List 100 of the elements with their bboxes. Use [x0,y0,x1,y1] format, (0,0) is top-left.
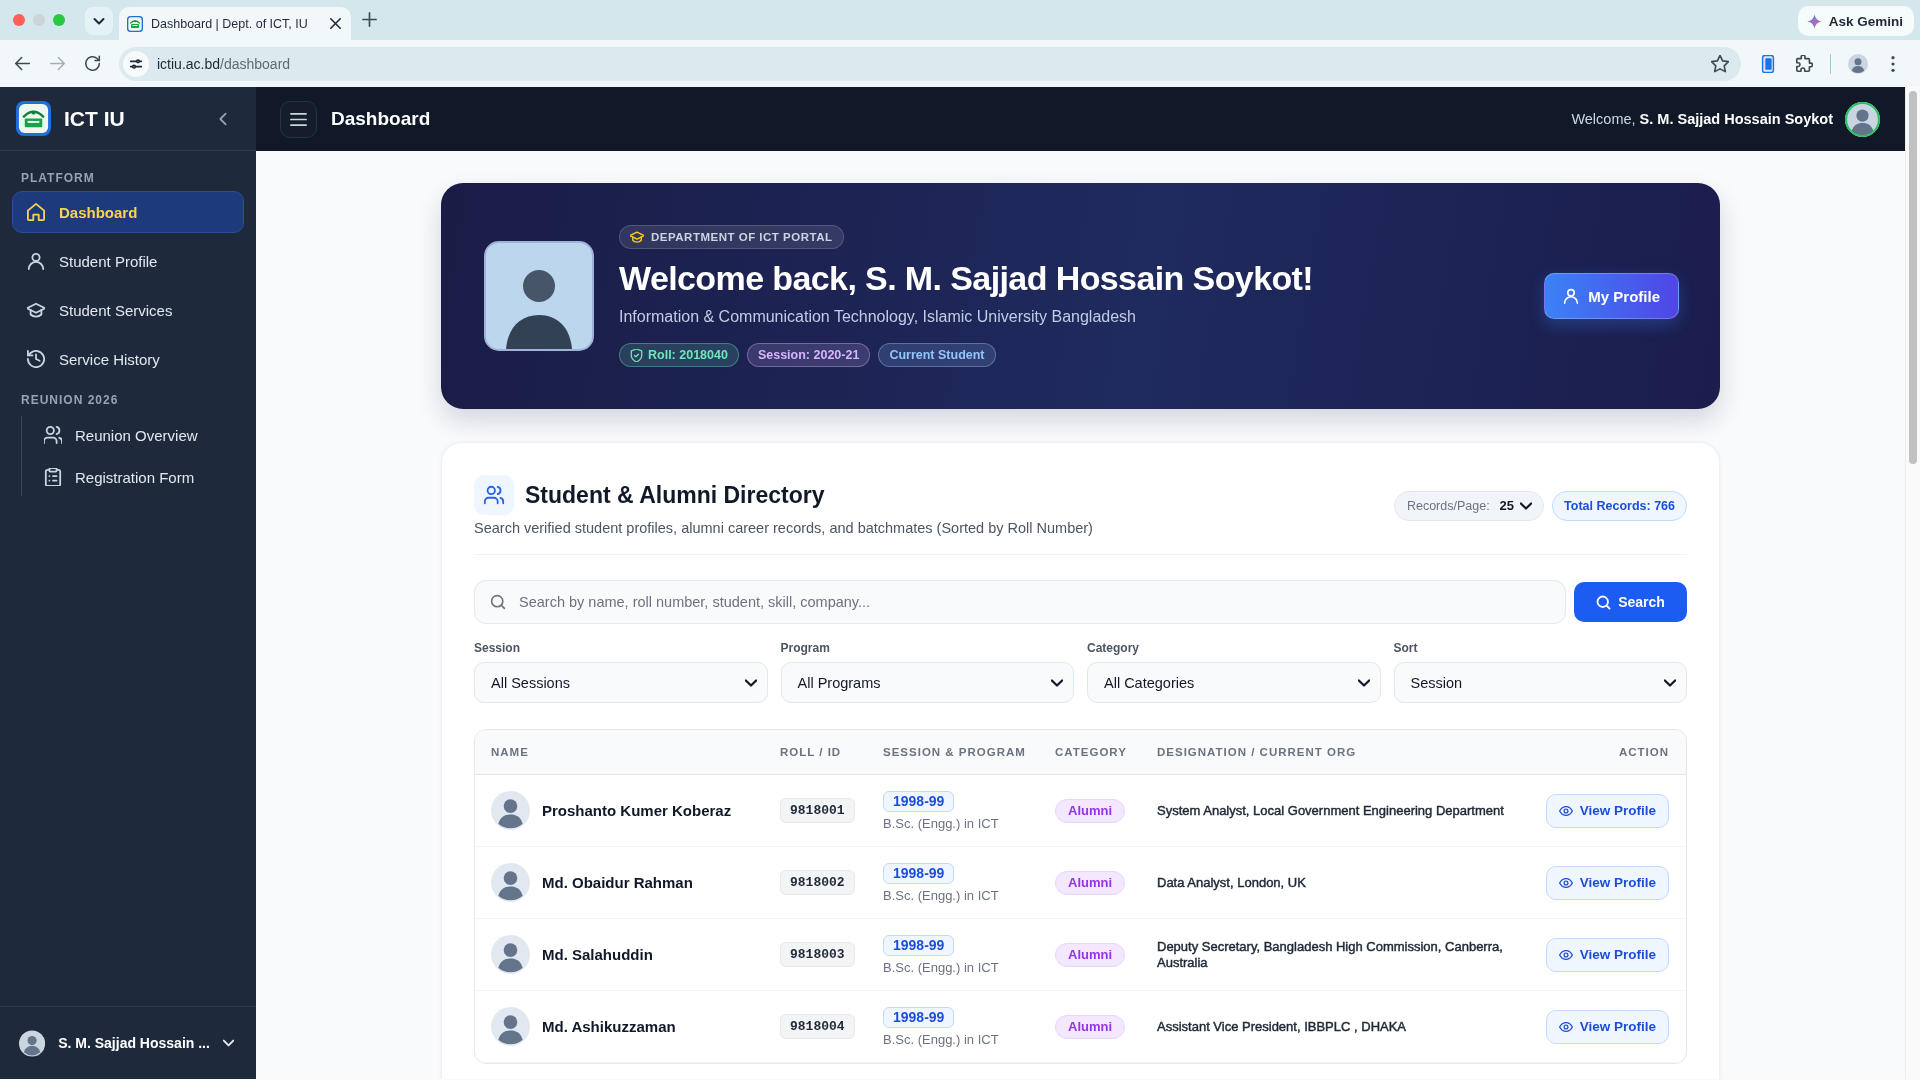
records-per-page-select[interactable]: Records/Page: 25 [1393,490,1545,521]
avatar-icon [491,1007,530,1046]
graduation-cap-icon [630,230,644,244]
filter-label: Program [780,641,831,656]
tune-icon[interactable] [123,50,149,77]
tag-label: Session: 2020-21 [757,348,860,362]
page-title: Dashboard [331,108,431,130]
search-button[interactable]: Search [1574,582,1687,622]
star-icon[interactable] [1711,54,1729,73]
avatar-icon[interactable] [1845,101,1880,137]
eye-icon [1558,875,1573,890]
welcome-text: Welcome, S. M. Sajjad Hossain Soykot [1571,111,1833,127]
column-header: DESIGNATION / CURRENT ORG [1157,746,1358,758]
program-text: B.Sc. (Engg.) in ICT [883,959,999,975]
sidebar-item[interactable]: Student Profile [12,240,244,282]
menu-icon [290,110,307,128]
filter-dropdown[interactable]: Session [1393,662,1687,703]
category-tag: Alumni [1055,942,1126,967]
avatar-icon [491,791,530,830]
scrollbar-thumb[interactable] [1909,91,1917,464]
designation-text: Deputy Secretary, Bangladesh High Commission, Canberra, Australia [1157,938,1504,971]
avatar-icon [491,863,530,902]
eye-icon [1558,947,1573,962]
filter-dropdown[interactable]: All Sessions [474,662,768,703]
back-icon[interactable] [14,55,31,72]
column-header: NAME [491,746,530,758]
category-tag: Alumni [1055,1014,1126,1039]
column-header: CATEGORY [1055,746,1128,758]
search-icon [1596,594,1612,610]
users-icon [44,426,62,444]
view-profile-button[interactable]: View Profile [1545,1009,1669,1044]
session-tag: 1998-99 [883,1006,955,1028]
student-name: Md. Ashikuzzaman [542,1018,676,1035]
program-text: B.Sc. (Engg.) in ICT [883,887,999,903]
filter-dropdown[interactable]: All Programs [780,662,1074,703]
section-title: Student & Alumni Directory [525,481,825,509]
category-tag: Alumni [1055,870,1126,895]
address-bar[interactable]: ictiu.ac.bd/dashboard [119,46,1741,81]
total-records-badge: Total Records: 766 [1552,490,1687,521]
welcome-subtitle: Information & Communication Technology, Islamic University Bangladesh [619,307,1136,327]
section-subtitle: Search verified student profiles, alumni career records, and batchmates (Sorted by Roll Number) [474,520,1093,536]
sidebar-item[interactable]: Dashboard [12,191,244,233]
filter-label: Sort [1393,641,1419,656]
filter-label: Session [474,641,522,656]
view-profile-button[interactable]: View Profile [1545,793,1669,828]
designation-text: Data Analyst, London, UK [1157,874,1307,891]
my-profile-button[interactable]: My Profile [1544,273,1679,319]
menu-button[interactable] [280,100,317,138]
column-header: ROLL / ID [780,746,843,758]
sidebar-item[interactable]: Registration Form [40,458,244,496]
roll-number: 9818004 [780,1014,855,1039]
student-name: Md. Obaidur Rahman [542,874,693,891]
sparkle-icon [1806,13,1822,29]
search-field[interactable]: Search by name, roll number, student, skill, company... [474,580,1566,624]
roll-number: 9818003 [780,942,855,967]
section-label: REUNION 2026 [20,392,120,408]
category-tag: Alumni [1055,798,1126,823]
sidebar-item[interactable]: Reunion Overview [40,416,244,454]
filter-label: Category [1087,641,1140,656]
view-profile-button[interactable]: View Profile [1545,865,1669,900]
program-text: B.Sc. (Engg.) in ICT [883,1031,999,1047]
student-name: Proshanto Kumer Koberaz [542,802,732,819]
chevron-down-icon [1051,676,1063,689]
eye-icon [1558,803,1573,818]
logo-icon [16,101,51,136]
reload-icon[interactable] [84,55,101,72]
column-header: ACTION [1618,746,1669,758]
column-header: SESSION & PROGRAM [883,746,1027,758]
section-label: PLATFORM [20,170,96,186]
chevron-down-icon [744,676,757,689]
avatar-icon [491,935,530,974]
roll-number: 9818002 [780,870,855,895]
sidebar-item[interactable]: Student Services [12,289,244,331]
logo-icon [127,15,143,32]
portal-label: DEPARTMENT OF ICT PORTAL [651,231,833,243]
chevron-down-icon[interactable] [85,7,113,35]
close-icon[interactable] [330,18,341,29]
tag-label: Roll: 2018040 [648,348,728,362]
sidebar-item[interactable]: Service History [12,338,244,380]
brand-name: ICT IU [64,106,126,131]
eye-icon [1558,1019,1573,1034]
browser-tab[interactable]: Dashboard | Dept. of ICT, IU [119,7,351,40]
clipboard-icon [44,468,62,486]
phone-icon[interactable] [1759,54,1777,73]
session-tag: 1998-99 [883,862,955,884]
home-icon [27,203,45,221]
filter-dropdown[interactable]: All Categories [1087,662,1381,703]
user-name: S. M. Sajjad Hossain ... [58,1035,210,1051]
plus-icon[interactable] [362,12,377,27]
view-profile-button[interactable]: View Profile [1545,937,1669,972]
puzzle-icon[interactable] [1795,54,1813,73]
users-icon [474,475,514,515]
user-icon [27,252,45,270]
history-icon [27,350,45,368]
chevron-down-icon [1664,676,1676,689]
chevron-down-icon [1357,676,1370,689]
user-icon [1563,288,1580,304]
ask-gemini-button[interactable]: Ask Gemini [1797,6,1914,36]
shield-check-icon [630,348,643,362]
graduation-cap-icon [27,301,45,319]
